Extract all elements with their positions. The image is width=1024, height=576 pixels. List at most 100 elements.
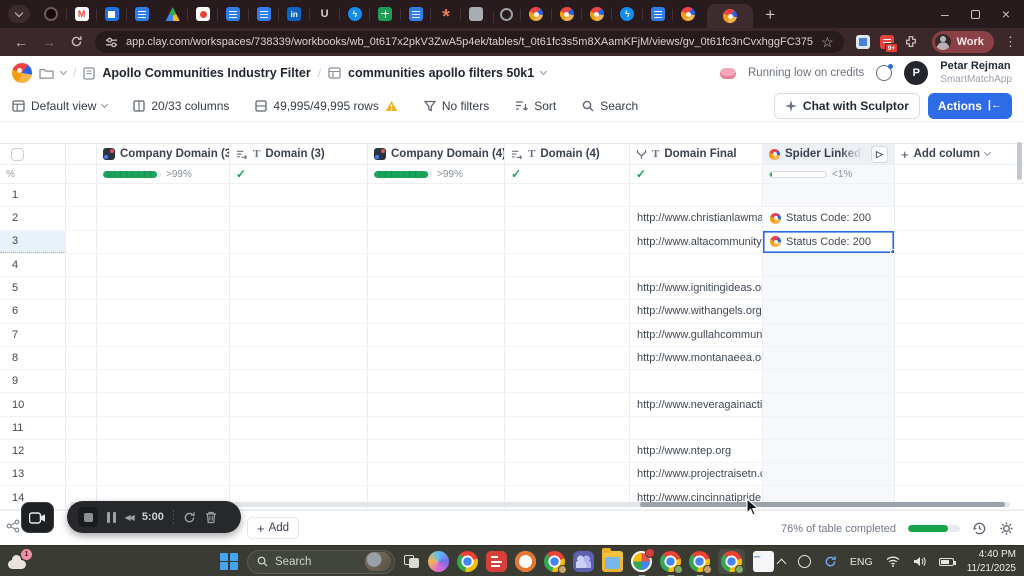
pie-chart-app-icon[interactable] (631, 548, 655, 572)
extension-blue-icon[interactable] (855, 35, 870, 49)
cell[interactable] (505, 184, 630, 207)
cell-domain-final[interactable] (630, 184, 763, 207)
camera-recorder-button[interactable] (21, 502, 54, 533)
cell[interactable] (368, 184, 505, 207)
sort-button[interactable]: Sort (515, 99, 556, 113)
start-button[interactable] (220, 552, 238, 571)
quality-domain-final[interactable]: ✓ (630, 165, 763, 183)
notes-pinned-tab-icon[interactable] (460, 7, 484, 21)
tray-expand-icon[interactable] (776, 558, 787, 568)
cell-spider[interactable] (763, 463, 895, 486)
copilot-app-icon[interactable] (428, 551, 449, 572)
cell-spider[interactable] (763, 346, 895, 370)
cell-spider[interactable] (763, 370, 895, 393)
language-indicator[interactable]: ENG (850, 556, 873, 568)
browser-menu-button[interactable]: ⋮ (1004, 34, 1017, 50)
cell-domain-final[interactable]: http://www.ntep.org (630, 439, 763, 463)
cell-spider[interactable]: Status Code: 200 (763, 207, 895, 230)
cell[interactable] (97, 277, 230, 300)
actions-button[interactable]: Actions | ← (927, 92, 1012, 119)
rows-button[interactable]: 49,995/49,995 rows (255, 99, 398, 113)
clay-pinned-tab-icon[interactable] (550, 7, 574, 21)
cell[interactable] (368, 277, 505, 300)
extension-red-icon[interactable]: 9+ (879, 35, 898, 53)
cell-spider[interactable] (763, 300, 895, 323)
quality-company-domain-3[interactable]: >99% (97, 165, 230, 183)
cell[interactable] (368, 300, 505, 323)
file-explorer-icon[interactable] (602, 548, 623, 572)
cell[interactable] (368, 370, 505, 393)
bing-daily-image[interactable] (365, 552, 391, 571)
cell-domain-final[interactable]: http://www.neveragainactio... (630, 393, 763, 416)
user-avatar[interactable]: P (904, 61, 929, 85)
active-tab[interactable] (707, 4, 754, 28)
cell[interactable] (97, 370, 230, 393)
cell[interactable] (230, 416, 368, 439)
cell-domain-final[interactable]: http://www.montanaeea.org (630, 346, 763, 370)
cell-domain-final[interactable]: http://www.christianlawmak... (630, 207, 763, 230)
cell[interactable] (230, 346, 368, 370)
table-title[interactable]: communities apollo filters 50k1 (348, 66, 534, 80)
filters-button[interactable]: No filters (423, 99, 489, 113)
cell[interactable] (368, 207, 505, 230)
run-column-button[interactable]: ▷ (871, 145, 888, 163)
stop-recording-button[interactable] (78, 507, 98, 527)
cell[interactable] (505, 323, 630, 346)
quality-spider[interactable]: <1% (763, 165, 895, 183)
row-number[interactable]: 6 (0, 300, 66, 323)
new-tab-button[interactable]: + (765, 6, 775, 23)
cell[interactable] (97, 323, 230, 346)
cell[interactable] (97, 393, 230, 416)
docs-pinned-tab-icon[interactable] (641, 7, 665, 21)
clay-pinned-tab-icon[interactable] (520, 7, 544, 21)
cell-spider[interactable] (763, 439, 895, 463)
horizontal-scrollbar-thumb[interactable] (640, 502, 1005, 507)
cell[interactable] (97, 253, 230, 277)
chat-with-sculptor-button[interactable]: Chat with Sculptor (773, 92, 920, 119)
obs-tray-icon[interactable] (797, 555, 811, 568)
cell-domain-final[interactable] (630, 370, 763, 393)
quality-company-domain-4[interactable]: >99% (368, 165, 505, 183)
taskbar-search[interactable]: Search (247, 549, 395, 574)
percent-toggle[interactable]: % (0, 165, 66, 183)
cell[interactable] (505, 463, 630, 486)
cell-spider[interactable] (763, 277, 895, 300)
cell-spider[interactable] (763, 323, 895, 346)
cell[interactable] (368, 463, 505, 486)
column-header-company-domain-4[interactable]: Company Domain (4) (368, 144, 505, 164)
row-number[interactable]: 2 (0, 207, 66, 230)
quality-domain-3[interactable]: ✓ (230, 165, 368, 183)
cell[interactable] (230, 207, 368, 230)
cell-domain-final[interactable]: http://www.altacommunityl... (630, 230, 763, 253)
cell[interactable] (230, 184, 368, 207)
cell[interactable] (505, 439, 630, 463)
restart-recording-icon[interactable] (183, 511, 196, 524)
magnet-pinned-tab-icon[interactable] (308, 7, 332, 21)
column-header-domain-3[interactable]: T Domain (3) (230, 144, 368, 164)
cell[interactable] (230, 230, 368, 253)
url-text[interactable]: app.clay.com/workspaces/738339/workbooks… (126, 36, 813, 48)
cell-spider[interactable] (763, 184, 895, 207)
cell-spider[interactable] (763, 253, 895, 277)
cell[interactable] (97, 463, 230, 486)
cell[interactable] (505, 393, 630, 416)
cell-domain-final[interactable]: http://www.projectraisetn.c... (630, 463, 763, 486)
gmail-pinned-tab-icon[interactable] (65, 7, 89, 21)
row-number[interactable]: 11 (0, 416, 66, 439)
docs-pinned-tab-icon[interactable] (247, 7, 271, 21)
cell-spider[interactable] (763, 393, 895, 416)
calendar-pinned-tab-icon[interactable] (95, 7, 119, 21)
chevron-down-icon[interactable] (59, 67, 68, 76)
row-number[interactable]: 13 (0, 463, 66, 486)
cell[interactable] (505, 207, 630, 230)
back-button[interactable]: ← (14, 35, 28, 49)
cell[interactable] (230, 370, 368, 393)
browser-profile-chip[interactable]: Work (931, 31, 994, 53)
cell[interactable] (368, 393, 505, 416)
row-number[interactable]: 1 (0, 184, 66, 207)
drive-pinned-tab-icon[interactable] (165, 7, 180, 21)
row-number[interactable]: 9 (0, 370, 66, 393)
row-number[interactable]: 5 (0, 277, 66, 300)
cell[interactable] (368, 416, 505, 439)
window-close-button[interactable]: × (1002, 7, 1010, 21)
